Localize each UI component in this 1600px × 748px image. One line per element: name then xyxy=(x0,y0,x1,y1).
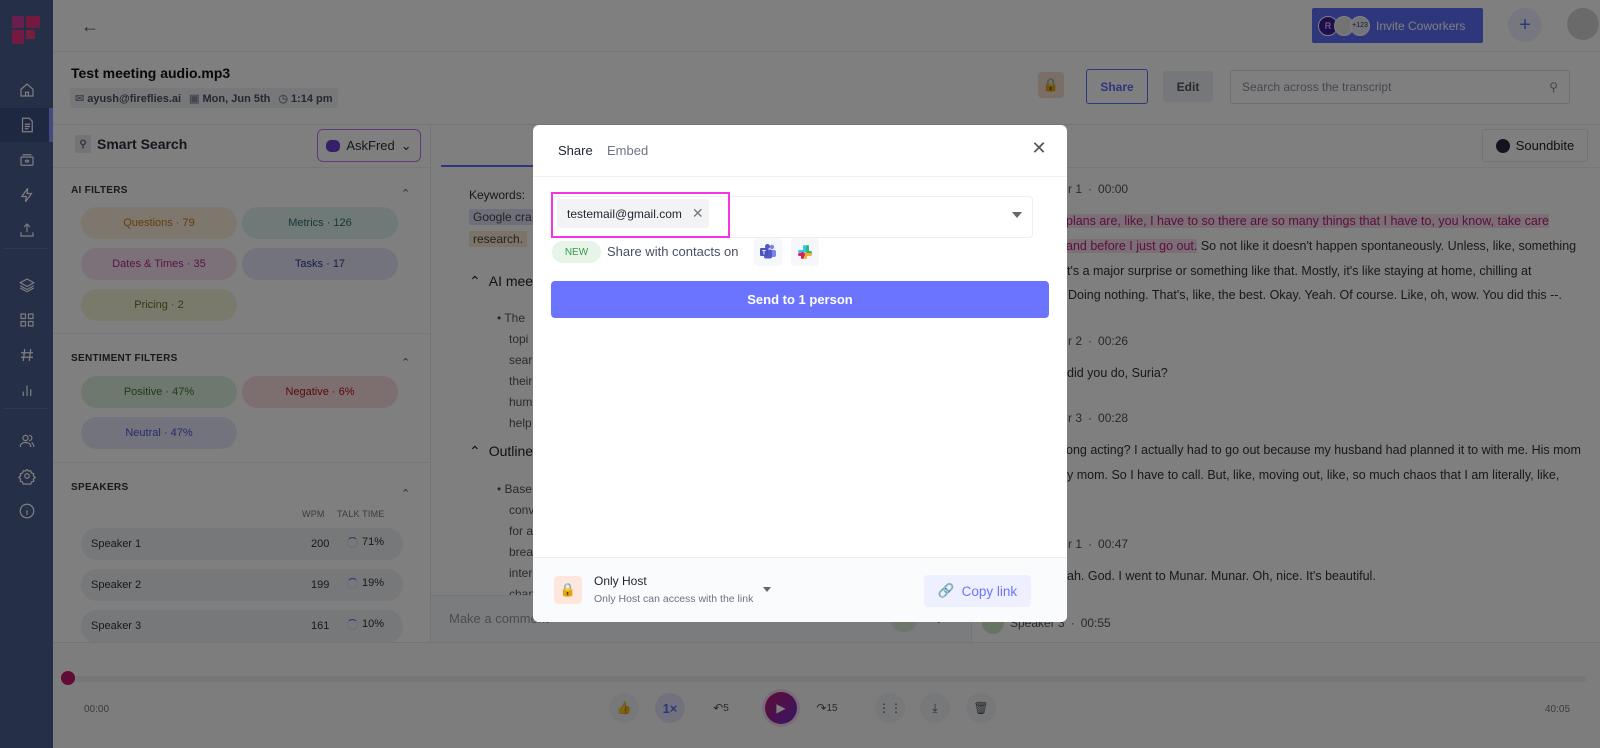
access-dropdown-caret-icon[interactable] xyxy=(763,587,771,592)
dropdown-caret-icon[interactable] xyxy=(1012,212,1022,218)
share-modal: Share Embed ✕ testemail@gmail.com ✕ NEW … xyxy=(533,125,1067,622)
tab-share[interactable]: Share xyxy=(558,143,593,158)
copy-link-label: Copy link xyxy=(961,583,1018,599)
teams-share-button[interactable]: T xyxy=(754,238,782,266)
tab-embed[interactable]: Embed xyxy=(607,143,648,158)
svg-text:T: T xyxy=(762,251,766,257)
close-icon[interactable]: ✕ xyxy=(1029,138,1049,158)
new-badge: NEW xyxy=(552,241,601,263)
link-icon: 🔗 xyxy=(937,583,955,598)
access-level-title[interactable]: Only Host xyxy=(594,574,647,588)
divider xyxy=(533,176,1067,177)
lock-icon: 🔒 xyxy=(554,576,582,604)
send-button[interactable]: Send to 1 person xyxy=(551,281,1049,318)
remove-recipient-icon[interactable]: ✕ xyxy=(692,205,704,222)
share-contacts-label: Share with contacts on xyxy=(607,244,739,259)
slack-share-button[interactable] xyxy=(791,238,819,266)
slack-icon xyxy=(798,245,812,259)
copy-link-button[interactable]: 🔗 Copy link xyxy=(924,575,1031,607)
recipient-email: testemail@gmail.com xyxy=(567,206,682,221)
access-level-description: Only Host can access with the link xyxy=(594,593,754,605)
access-footer: 🔒 Only Host Only Host can access with th… xyxy=(533,557,1067,622)
recipient-chip: testemail@gmail.com ✕ xyxy=(557,199,709,228)
microsoft-teams-icon: T xyxy=(760,244,776,259)
